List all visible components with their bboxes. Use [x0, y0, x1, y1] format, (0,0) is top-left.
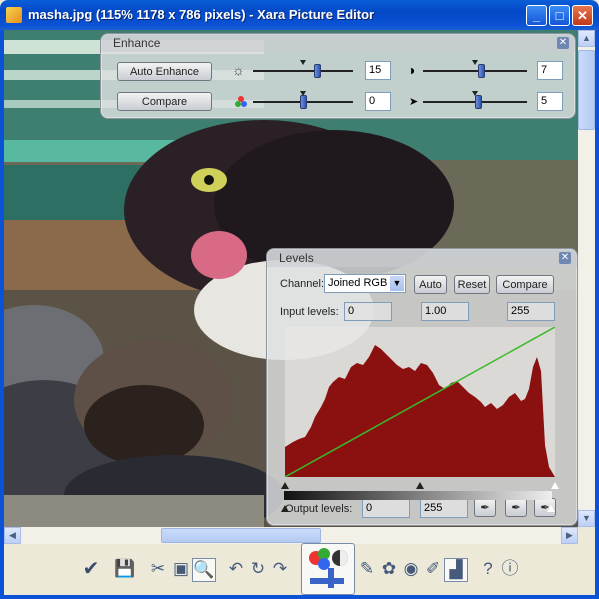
gray-eyedropper-icon[interactable]: ✒ [505, 498, 527, 517]
brush-icon[interactable]: ✐ [422, 558, 444, 580]
effects-icon[interactable]: ✿ [378, 558, 400, 580]
fit-view-icon[interactable]: ▣ [170, 558, 192, 580]
sharpen-icon: ➤ [409, 96, 419, 108]
enhance-panel: Enhance ✕ Auto Enhance Compare ☼ 15 ◑ 7 … [100, 33, 576, 119]
crop-icon[interactable]: ✂ [147, 558, 169, 580]
levels-close-icon[interactable]: ✕ [559, 252, 571, 264]
zoom-icon[interactable]: 🔍 [192, 558, 216, 582]
input-white-field[interactable]: 255 [507, 302, 555, 321]
window-frame-right [595, 30, 599, 599]
horizontal-scroll-thumb[interactable] [161, 528, 321, 543]
sharpness-value[interactable]: 5 [537, 92, 563, 111]
rotate-icon[interactable]: ↻ [247, 558, 269, 580]
window-frame-bottom [0, 595, 599, 599]
bottom-toolbar: ✔ 💾 ✂ ▣ 🔍 ↶ ↻ ↷ ✎ ✿ ◉ ✐ ▟ ? ⓘ [4, 543, 595, 595]
input-gamma-handle[interactable] [416, 482, 424, 489]
enhance-panel-header: Enhance [101, 34, 575, 52]
close-button[interactable]: ✕ [572, 5, 593, 26]
saturation-slider[interactable] [300, 95, 307, 109]
ok-check-icon[interactable]: ✔ [80, 558, 102, 580]
brightness-track [253, 70, 353, 72]
input-gamma-field[interactable]: 1.00 [421, 302, 469, 321]
output-white-field[interactable]: 255 [420, 499, 468, 518]
levels-panel-title: Levels [279, 251, 314, 265]
window-title: masha.jpg (115% 1178 x 786 pixels) - Xar… [28, 7, 375, 22]
histogram-shape [285, 345, 555, 477]
scroll-left-icon[interactable]: ◀ [4, 527, 21, 544]
black-eyedropper-icon[interactable]: ✒ [474, 498, 496, 517]
undo-icon[interactable]: ↶ [225, 558, 247, 580]
enhance-panel-title: Enhance [113, 36, 161, 50]
levels-auto-button[interactable]: Auto [414, 275, 447, 294]
input-white-handle[interactable] [551, 482, 559, 489]
channel-label: Channel: [280, 278, 325, 290]
input-black-field[interactable]: 0 [344, 302, 392, 321]
histogram-area[interactable] [284, 326, 556, 478]
saturation-value[interactable]: 0 [365, 92, 391, 111]
vertical-scrollbar[interactable]: ▲ ▼ [578, 30, 595, 527]
redo-icon[interactable]: ↷ [269, 558, 291, 580]
chevron-down-icon[interactable]: ▼ [390, 276, 404, 291]
levels-panel: Levels ✕ Channel: Joined RGB ▼ Auto Rese… [266, 248, 578, 526]
levels-icon[interactable]: ▟ [444, 558, 468, 582]
minimize-button[interactable]: _ [526, 5, 547, 26]
enhance-tool-button[interactable] [301, 543, 355, 595]
eye-icon[interactable]: ◉ [400, 558, 422, 580]
brightness-value[interactable]: 15 [365, 61, 391, 80]
input-levels-label: Input levels: [280, 306, 339, 318]
enhance-close-icon[interactable]: ✕ [557, 37, 569, 49]
auto-enhance-button[interactable]: Auto Enhance [117, 62, 212, 81]
sun-icon: ☼ [232, 62, 245, 78]
scroll-right-icon[interactable]: ▶ [561, 527, 578, 544]
scroll-down-icon[interactable]: ▼ [578, 510, 595, 527]
output-gradient-bar [284, 491, 552, 500]
enhance-icon [309, 548, 348, 588]
output-black-field[interactable]: 0 [362, 499, 410, 518]
channel-select-value: Joined RGB [328, 277, 388, 289]
contrast-value[interactable]: 7 [537, 61, 563, 80]
red-eye-icon[interactable]: ✎ [356, 558, 378, 580]
brightness-slider[interactable] [314, 64, 321, 78]
levels-panel-header: Levels [267, 249, 577, 267]
horizontal-scrollbar[interactable]: ◀ ▶ [4, 527, 578, 544]
scroll-up-icon[interactable]: ▲ [578, 30, 595, 47]
input-black-handle[interactable] [281, 482, 289, 489]
vertical-scroll-thumb[interactable] [578, 50, 595, 130]
output-levels-label: Output levels: [285, 503, 353, 515]
info-icon[interactable]: ⓘ [499, 558, 521, 580]
output-white-handle[interactable] [547, 505, 555, 512]
help-icon[interactable]: ? [477, 558, 499, 580]
levels-reset-button[interactable]: Reset [454, 275, 490, 294]
photo-canvas[interactable]: Enhance ✕ Auto Enhance Compare ☼ 15 ◑ 7 … [4, 30, 578, 527]
title-bar: masha.jpg (115% 1178 x 786 pixels) - Xar… [0, 0, 599, 30]
scrollbar-corner [578, 527, 595, 544]
contrast-icon: ◑ [407, 62, 416, 78]
contrast-default-marker [472, 60, 478, 65]
output-black-handle[interactable] [281, 505, 289, 512]
color-wheel-icon [234, 95, 248, 111]
levels-compare-button[interactable]: Compare [496, 275, 554, 294]
channel-select[interactable]: Joined RGB ▼ [324, 274, 406, 293]
compare-button[interactable]: Compare [117, 92, 212, 111]
brightness-default-marker [300, 60, 306, 65]
histogram-chart [284, 326, 556, 478]
save-icon[interactable]: 💾 [114, 558, 136, 580]
sharpness-slider[interactable] [475, 95, 483, 109]
app-icon[interactable] [6, 7, 22, 23]
contrast-slider[interactable] [478, 64, 486, 78]
maximize-button[interactable]: □ [549, 5, 570, 26]
contrast-track [423, 70, 527, 72]
